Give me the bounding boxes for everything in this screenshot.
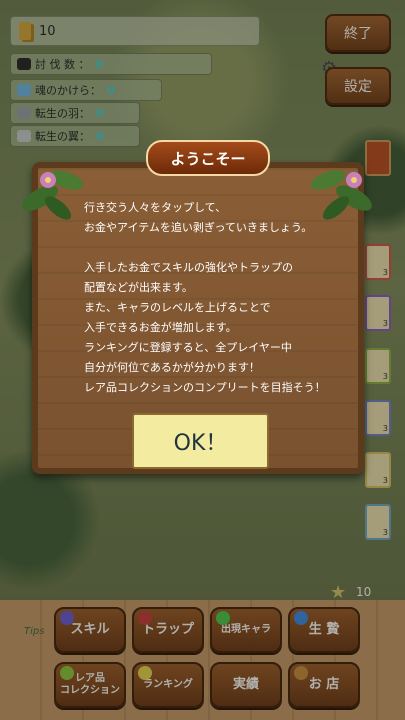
dialog-line: また、キャラのレベルを上げることで — [84, 301, 271, 314]
dialog-line: 入手したお金でスキルの強化やトラップの — [84, 261, 293, 274]
dialog-line: 配置などが出来ます。 — [84, 281, 193, 294]
dialog-line: お金やアイテムを追い剥ぎっていきましょう。 — [84, 221, 313, 234]
dialog-line: 入手できるお金が増加します。 — [84, 321, 237, 334]
dialog-line: 行き交う人々をタップして、 — [84, 201, 227, 214]
dialog-title: ようこそー — [146, 140, 270, 176]
ok-button[interactable]: OK！ — [132, 413, 269, 469]
dialog-line — [84, 238, 364, 258]
dialog-line: レア品コレクションのコンプリートを目指そう！ — [84, 381, 326, 394]
dialog-line: ランキングに登録すると、全プレイヤー中 — [84, 341, 292, 354]
dialog-body: 行き交う人々をタップして、 お金やアイテムを追い剥ぎっていきましょう。 入手した… — [84, 198, 364, 398]
dialog-line: 自分が何位であるかが分かります！ — [84, 361, 260, 374]
